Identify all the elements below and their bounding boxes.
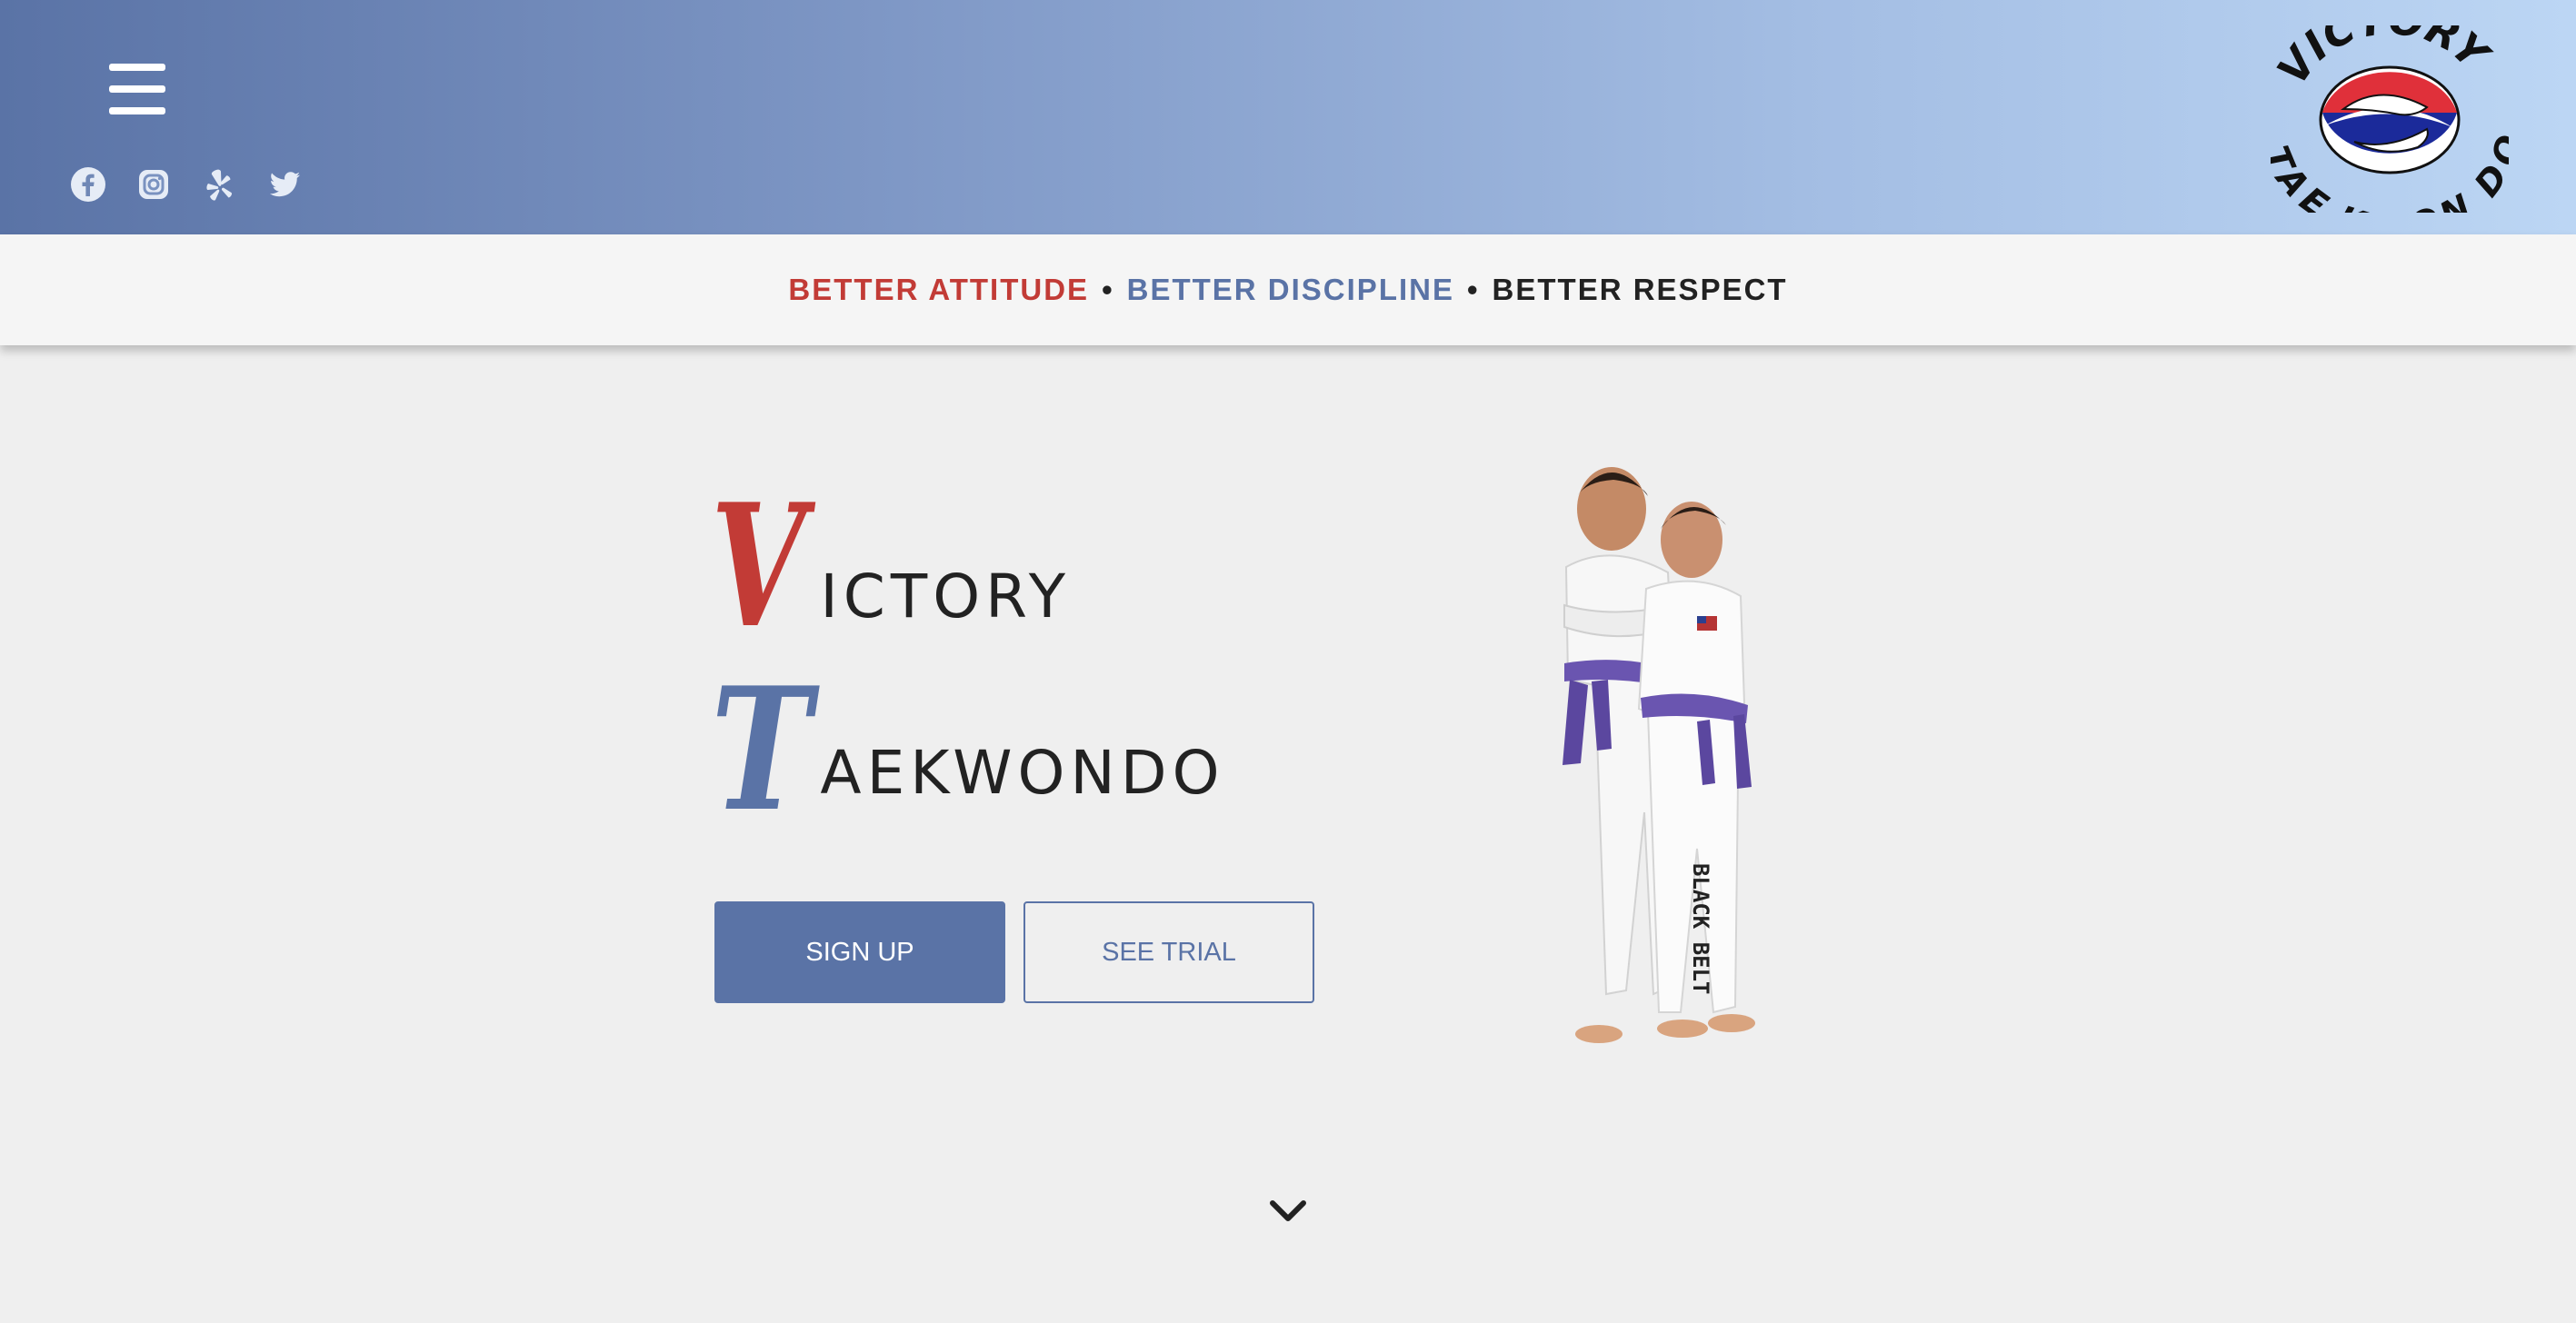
tagline-separator: • [1466, 273, 1480, 306]
tagline-bar: BETTER ATTITUDE • BETTER DISCIPLINE • BE… [0, 234, 2576, 345]
hero-word-aekwondo: AEKWONDO [820, 738, 1225, 808]
see-trial-button[interactable]: SEE TRIAL [1023, 901, 1314, 1003]
instagram-icon[interactable] [135, 165, 173, 204]
tagline-discipline: BETTER DISCIPLINE [1126, 273, 1454, 306]
tagline-separator: • [1102, 273, 1114, 306]
hero-initial-t: T [711, 650, 812, 849]
facebook-icon[interactable] [69, 165, 107, 204]
svg-text:BLACK BELT: BLACK BELT [1688, 863, 1713, 995]
hamburger-menu-icon[interactable] [109, 64, 165, 114]
chevron-down-icon[interactable] [1267, 1196, 1309, 1227]
hero-word-ictory: ICTORY [820, 562, 1072, 632]
tagline-respect: BETTER RESPECT [1492, 273, 1788, 306]
hero-title-victory: V ICTORY [711, 482, 1071, 651]
hero-initial-v: V [711, 466, 805, 665]
twitter-icon[interactable] [265, 165, 304, 204]
site-header: VICTORY TAE KWON DO [0, 0, 2576, 247]
hero-students-photo: BLACK BELT [1504, 453, 1777, 1063]
victory-taekwondo-logo[interactable]: VICTORY TAE KWON DO [2256, 0, 2531, 247]
yelp-icon[interactable] [200, 165, 238, 204]
social-links [69, 165, 304, 204]
sign-up-button[interactable]: SIGN UP [714, 901, 1005, 1003]
hero-title-taekwondo: T AEKWONDO [711, 665, 1225, 834]
tagline-attitude: BETTER ATTITUDE [788, 273, 1090, 306]
